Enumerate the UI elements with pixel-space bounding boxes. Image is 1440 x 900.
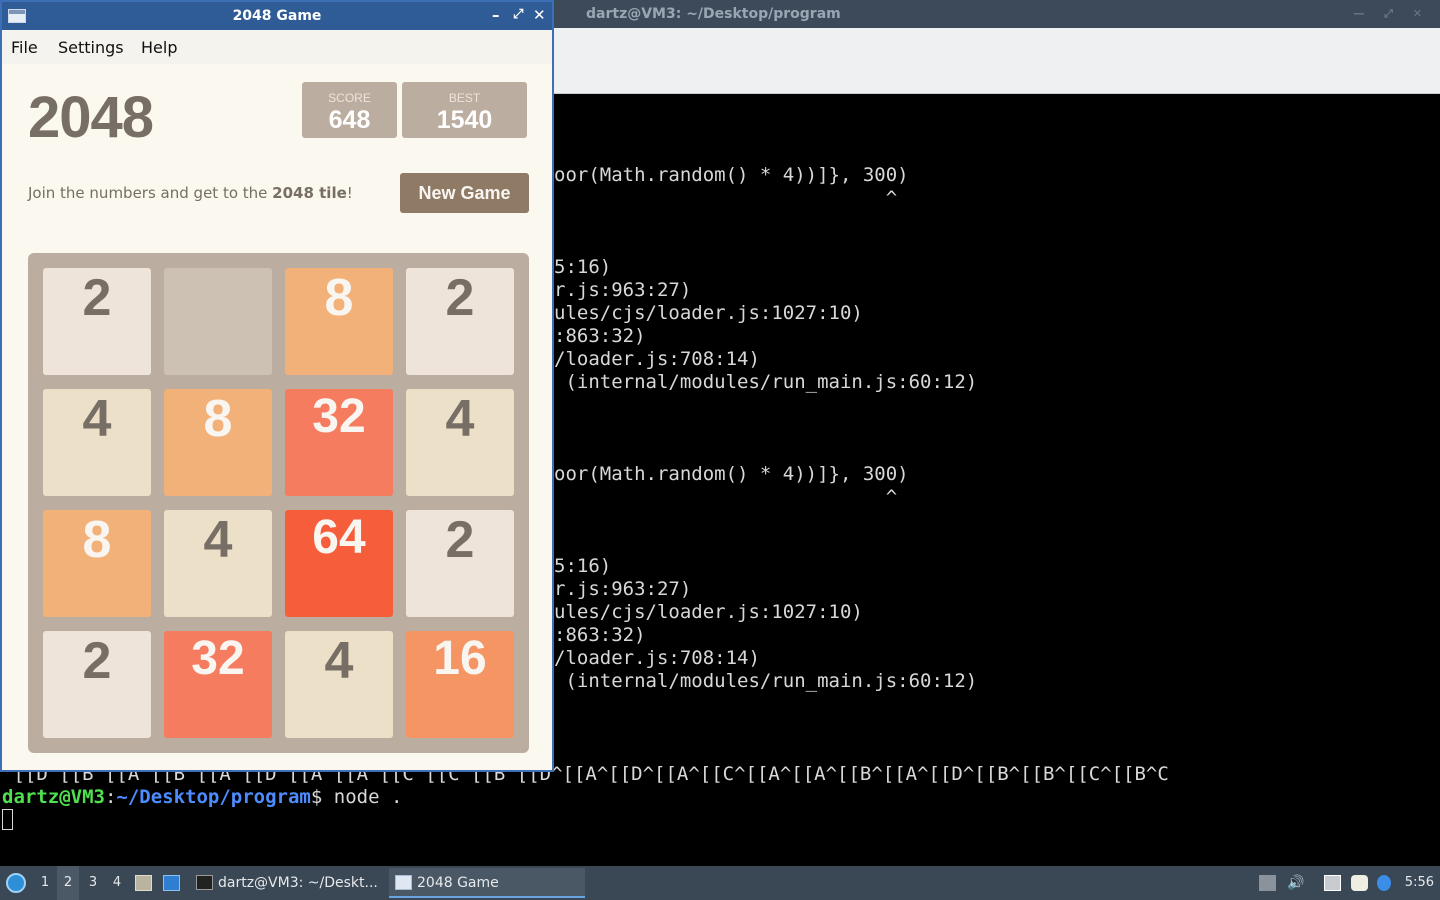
task-2048-label: 2048 Game [417,875,499,891]
tile-32: 32 [285,389,393,496]
score-label: SCORE [328,91,371,105]
terminal-line: r.js:963:27) [554,578,692,600]
tile-8: 8 [285,268,393,375]
clock: 5:56 [1404,875,1434,890]
tile-64: 64 [285,510,393,617]
minimize-button[interactable]: – [492,6,500,24]
best-value: 1540 [436,106,493,134]
game-board[interactable]: 2 8 2 4 8 32 4 8 4 64 2 2 32 4 16 [28,253,529,753]
game-intro: Join the numbers and get to the 2048 til… [28,184,353,202]
desktop-1-button[interactable]: 1 [34,866,56,900]
tile-32: 32 [164,631,272,738]
tile-2: 2 [43,631,151,738]
prompt-symbol: $ [310,786,334,808]
terminal-line: (internal/modules/run_main.js:60:12) [554,371,978,393]
menu-settings[interactable]: Settings [58,38,124,57]
show-desktop-icon[interactable] [163,875,180,891]
prompt-path: ~/Desktop/program [116,786,311,808]
desktop-3-button[interactable]: 3 [82,866,104,900]
close-button[interactable]: ✕ [533,6,546,24]
terminal-titlebar[interactable]: dartz@VM3: ~/Desktop/program — ⤢ ✕ [554,0,1440,28]
volume-icon[interactable]: 🔊 [1287,875,1304,891]
terminal-line: ^ [554,187,898,209]
tile-2: 2 [406,510,514,617]
taskbar: 1 2 3 4 dartz@VM3: ~/Deskt... 2048 Game … [0,866,1440,900]
game-window-titlebar[interactable]: 2048 Game – ⤢ ✕ [2,2,552,30]
menubar: File Settings Help [2,30,552,64]
prompt-separator: : [104,786,117,808]
task-2048-game[interactable]: 2048 Game [389,868,585,898]
score-value: 648 [328,106,371,134]
start-menu-icon[interactable] [6,873,26,893]
terminal-line: oor(Math.random() * 4))]}, 300) [554,164,909,186]
notification-icon[interactable] [1377,875,1391,891]
intro-text: Join the numbers and get to the [28,184,273,202]
tile-4: 4 [285,631,393,738]
terminal-line: 5:16) [554,555,612,577]
clipboard-icon[interactable] [1351,875,1368,891]
tile-empty [164,268,272,375]
terminal-line: ules/cjs/loader.js:1027:10) [554,601,863,623]
terminal-line: /loader.js:708:14) [554,348,760,370]
task-terminal-label: dartz@VM3: ~/Deskt... [218,875,378,891]
menu-help[interactable]: Help [141,38,177,57]
score-box: SCORE 648 [302,82,397,138]
terminal-prompt-line: dartz@VM3:~/Desktop/program$ node . [2,786,402,809]
network-icon[interactable] [1324,875,1341,891]
terminal-line: 5:16) [554,256,612,278]
tile-16: 16 [406,631,514,738]
game-window-title: 2048 Game [232,8,322,24]
terminal-toolbar [554,28,1440,94]
best-box: BEST 1540 [402,82,527,138]
terminal-line: /loader.js:708:14) [554,647,760,669]
terminal-line: ^ [554,486,898,508]
task-terminal[interactable]: dartz@VM3: ~/Deskt... [190,868,385,898]
prompt-command: node . [333,786,403,808]
game-heading: 2048 [28,85,154,150]
terminal-window-controls[interactable]: — ⤢ ✕ [1353,0,1430,28]
best-label: BEST [448,91,481,105]
terminal-line: r.js:963:27) [554,279,692,301]
new-game-button[interactable]: New Game [400,173,529,213]
file-manager-icon[interactable] [135,875,152,891]
desktop-4-button[interactable]: 4 [106,866,128,900]
tile-8: 8 [43,510,151,617]
maximize-button[interactable]: ⤢ [513,7,523,22]
tile-8: 8 [164,389,272,496]
window-icon [395,875,412,890]
intro-suffix: ! [346,184,353,202]
eject-icon[interactable] [1259,875,1276,891]
desktop-2-button[interactable]: 2 [57,866,79,900]
tile-4: 4 [164,510,272,617]
prompt-user: dartz@VM3 [2,786,105,808]
terminal-line: :863:32) [554,624,646,646]
terminal-icon [196,875,213,890]
intro-highlight: 2048 tile [272,184,347,202]
terminal-line: (internal/modules/run_main.js:60:12) [554,670,978,692]
tile-2: 2 [43,268,151,375]
terminal-cursor [2,809,13,830]
terminal-line: ules/cjs/loader.js:1027:10) [554,302,863,324]
terminal-title: dartz@VM3: ~/Desktop/program [586,6,841,22]
tile-4: 4 [406,389,514,496]
game-window: 2048 Game – ⤢ ✕ File Settings Help 2048 … [0,0,554,772]
tile-2: 2 [406,268,514,375]
tile-4: 4 [43,389,151,496]
terminal-line: :863:32) [554,325,646,347]
terminal-line: oor(Math.random() * 4))]}, 300) [554,463,909,485]
menu-file[interactable]: File [11,38,38,57]
